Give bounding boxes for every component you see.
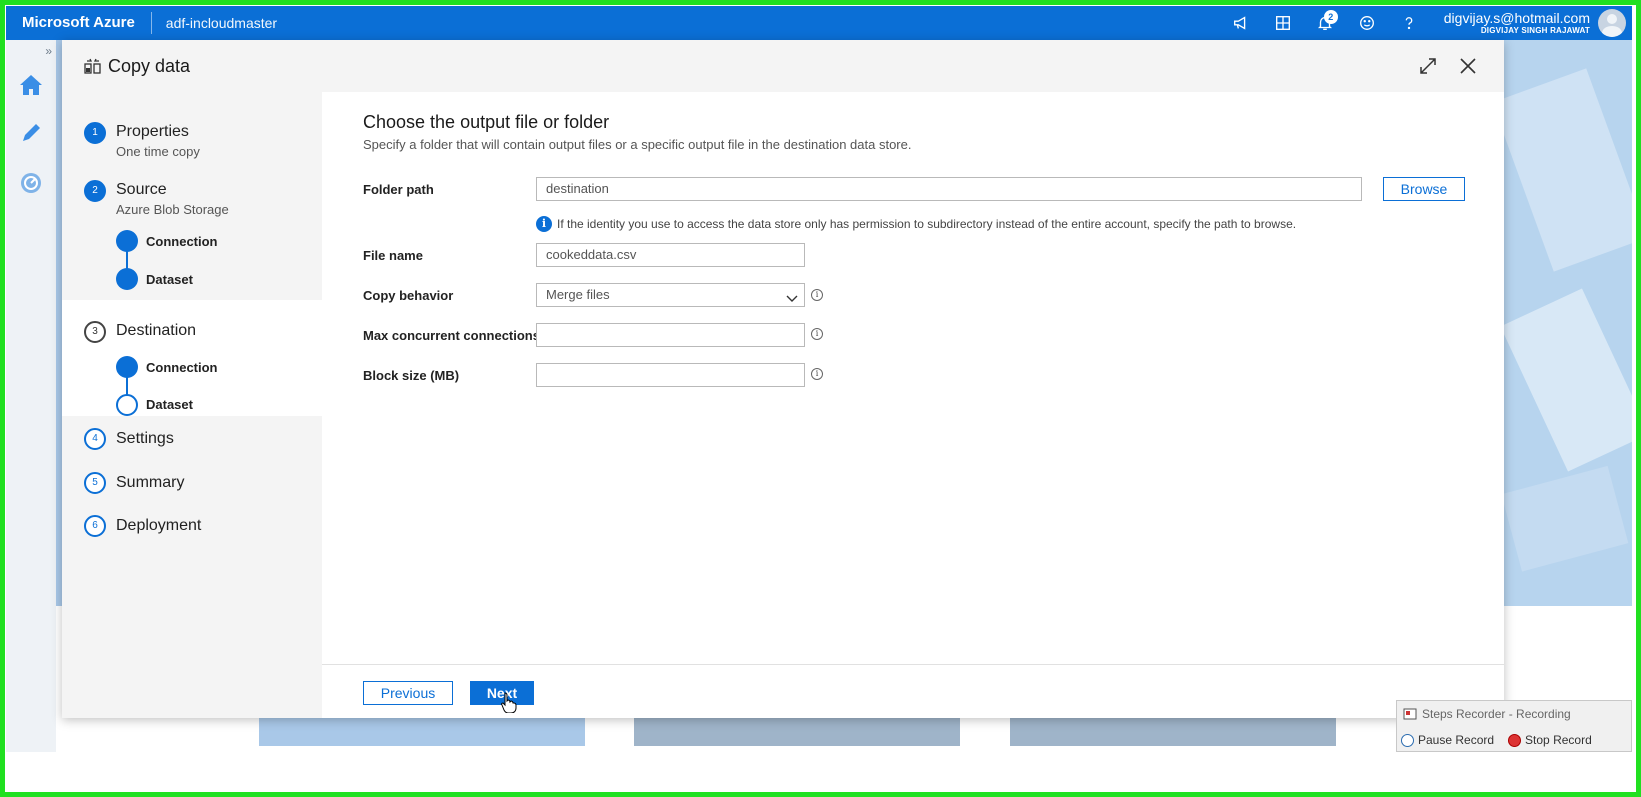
background-tile	[259, 718, 585, 746]
stop-record-button[interactable]: Stop Record	[1508, 733, 1592, 747]
path-hint-text: If the identity you use to access the da…	[557, 217, 1297, 231]
top-bar-actions: 2 digvijay.s@hotmail.com DIGVIJAY SINGH …	[1220, 6, 1632, 40]
step-summary[interactable]: 5 Summary	[62, 472, 322, 502]
block-size-label: Block size (MB)	[363, 368, 460, 383]
max-connections-label: Max concurrent connections	[363, 328, 540, 343]
content-description: Specify a folder that will contain outpu…	[363, 137, 912, 152]
pause-record-button[interactable]: Pause Record	[1401, 733, 1494, 747]
info-icon: i	[536, 216, 552, 232]
dialog-title: Copy data	[108, 56, 191, 76]
step-number: 5	[84, 472, 106, 494]
user-info[interactable]: digvijay.s@hotmail.com DIGVIJAY SINGH RA…	[1430, 11, 1598, 35]
step-number: 3	[84, 321, 106, 343]
step-label: Properties	[116, 123, 189, 140]
step-label: Deployment	[116, 517, 202, 534]
folder-path-label: Folder path	[363, 182, 434, 197]
background-art	[1492, 68, 1641, 572]
home-icon[interactable]	[18, 72, 44, 98]
step-destination[interactable]: 3 Destination Connection Dataset	[62, 300, 322, 416]
substep-connection[interactable]: Connection	[146, 360, 218, 375]
background-graphic	[1492, 40, 1641, 606]
wizard-steps: 1 Properties One time copy 2 Source Azur…	[62, 92, 322, 718]
smiley-feedback-icon[interactable]	[1346, 6, 1388, 40]
resource-switch-icon[interactable]	[1262, 6, 1304, 40]
left-rail: »	[6, 40, 56, 752]
content-title: Choose the output file or folder	[363, 112, 610, 132]
chevron-down-icon	[786, 289, 798, 311]
substep-dataset[interactable]: Dataset	[146, 272, 193, 287]
substep-dataset[interactable]: Dataset	[146, 397, 193, 412]
destination-content: Choose the output file or folder Specify…	[322, 92, 1504, 664]
step-sublabel: Azure Blob Storage	[116, 202, 229, 217]
step-label: Summary	[116, 474, 185, 491]
expand-chevron-icon[interactable]: »	[45, 44, 52, 58]
help-icon[interactable]	[1388, 6, 1430, 40]
block-size-input[interactable]	[536, 363, 805, 387]
path-hint: i If the identity you use to access the …	[536, 216, 1296, 232]
pause-icon	[1401, 733, 1414, 747]
hand-cursor-icon	[501, 692, 517, 713]
substep-dot	[116, 230, 138, 252]
step-settings[interactable]: 4 Settings	[62, 428, 322, 458]
factory-name[interactable]: adf-incloudmaster	[152, 15, 277, 31]
copy-behavior-info-icon[interactable]: i	[811, 289, 823, 301]
copy-behavior-value: Merge files	[546, 287, 610, 302]
author-pencil-icon[interactable]	[18, 120, 44, 146]
copy-data-dialog: Copy data 1 Properties One time copy 2 S…	[62, 40, 1504, 718]
top-bar: Microsoft Azure adf-incloudmaster 2 digv…	[6, 6, 1632, 40]
dialog-header: Copy data	[62, 40, 1504, 92]
user-name: DIGVIJAY SINGH RAJAWAT	[1480, 26, 1590, 35]
step-label: Source	[116, 181, 167, 198]
step-number: 1	[84, 122, 106, 144]
block-size-info-icon[interactable]: i	[811, 368, 823, 380]
background-tile	[634, 718, 960, 746]
steps-recorder-icon	[1403, 708, 1417, 720]
step-number: 6	[84, 515, 106, 537]
substep-dot	[116, 268, 138, 290]
file-name-input[interactable]: cookeddata.csv	[536, 243, 805, 267]
steps-recorder-window: Steps Recorder - Recording Pause Record …	[1396, 700, 1632, 752]
monitor-icon[interactable]	[18, 170, 44, 196]
max-connections-input[interactable]	[536, 323, 805, 347]
background-tile	[1010, 718, 1336, 746]
close-icon[interactable]	[1456, 54, 1480, 78]
browse-button[interactable]: Browse	[1383, 177, 1465, 201]
substep-dot	[116, 356, 138, 378]
step-sublabel: One time copy	[116, 144, 200, 159]
step-number: 2	[84, 180, 106, 202]
avatar[interactable]	[1598, 9, 1626, 37]
notifications-icon[interactable]: 2	[1304, 6, 1346, 40]
copy-data-icon	[84, 57, 102, 80]
notification-badge: 2	[1323, 10, 1338, 24]
recorder-controls: Pause Record Stop Record	[1401, 733, 1606, 747]
stop-icon	[1508, 733, 1522, 747]
file-name-label: File name	[363, 248, 423, 263]
step-label: Settings	[116, 430, 174, 447]
feedback-icon[interactable]	[1220, 6, 1262, 40]
step-number: 4	[84, 428, 106, 450]
brand-label[interactable]: Microsoft Azure	[6, 12, 152, 34]
pause-record-label: Pause Record	[1418, 733, 1495, 747]
dialog-footer: Previous Next	[322, 664, 1504, 718]
copy-behavior-label: Copy behavior	[363, 288, 454, 303]
max-connections-info-icon[interactable]: i	[811, 328, 823, 340]
folder-path-input[interactable]: destination	[536, 177, 1362, 201]
previous-button[interactable]: Previous	[363, 681, 453, 705]
stop-record-label: Stop Record	[1525, 733, 1592, 747]
step-label: Destination	[116, 322, 197, 339]
substep-connection[interactable]: Connection	[146, 234, 218, 249]
step-properties[interactable]: 1 Properties One time copy	[62, 92, 322, 159]
recorder-title: Steps Recorder - Recording	[1422, 707, 1571, 721]
substep-dot	[116, 394, 138, 416]
maximize-icon[interactable]	[1416, 54, 1440, 78]
copy-behavior-select[interactable]: Merge files	[536, 283, 805, 307]
recorder-title-bar[interactable]: Steps Recorder - Recording	[1403, 707, 1571, 721]
step-deployment[interactable]: 6 Deployment	[62, 515, 322, 545]
user-email: digvijay.s@hotmail.com	[1443, 10, 1590, 26]
